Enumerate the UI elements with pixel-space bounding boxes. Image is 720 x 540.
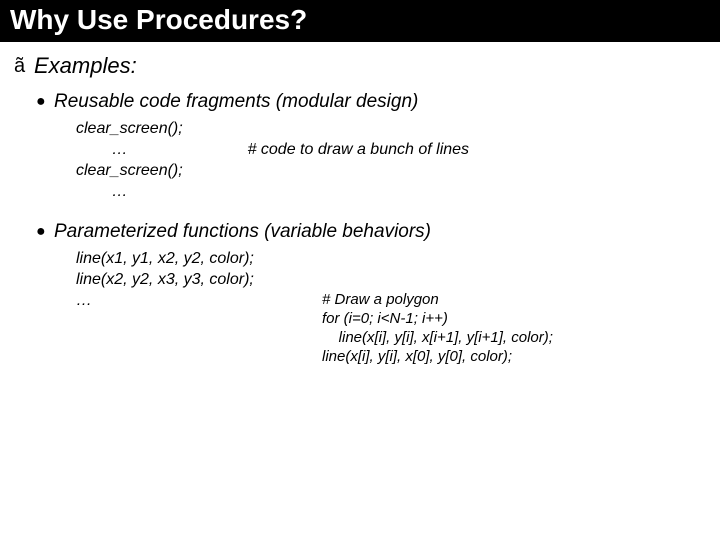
code-line: clear_screen(); <box>0 118 720 139</box>
code-line: line(x2, y2, x3, y3, color); <box>0 269 720 290</box>
disc-icon: ● <box>36 90 54 114</box>
slide-title: Why Use Procedures? <box>0 0 720 42</box>
code-line: … <box>0 181 720 202</box>
bullet-parameterized: ● Parameterized functions (variable beha… <box>0 220 720 244</box>
slide-body: ã Examples: ● Reusable code fragments (m… <box>0 42 720 366</box>
disc-icon: ● <box>36 220 54 244</box>
bullet-reusable: ● Reusable code fragments (modular desig… <box>0 90 720 114</box>
reusable-heading: Reusable code fragments (modular design) <box>54 90 418 114</box>
code-line: … <box>0 290 92 311</box>
code-comment: # code to draw a bunch of lines <box>128 139 469 160</box>
bullet-icon: ã <box>14 52 34 80</box>
code-line: … <box>0 139 128 160</box>
examples-label: Examples: <box>34 52 137 80</box>
parameterized-heading: Parameterized functions (variable behavi… <box>54 220 431 244</box>
code-block-line: # Draw a polygon <box>322 290 720 309</box>
code-block-line: line(x[i], y[i], x[0], y[0], color); <box>322 347 720 366</box>
bullet-examples: ã Examples: <box>0 52 720 80</box>
code-line-with-comment: … # code to draw a bunch of lines <box>0 139 720 160</box>
code-block-line: line(x[i], y[i], x[i+1], y[i+1], color); <box>322 328 720 347</box>
code-block-line: for (i=0; i<N-1; i++) <box>322 309 720 328</box>
code-line: clear_screen(); <box>0 160 720 181</box>
code-line: line(x1, y1, x2, y2, color); <box>0 248 720 269</box>
